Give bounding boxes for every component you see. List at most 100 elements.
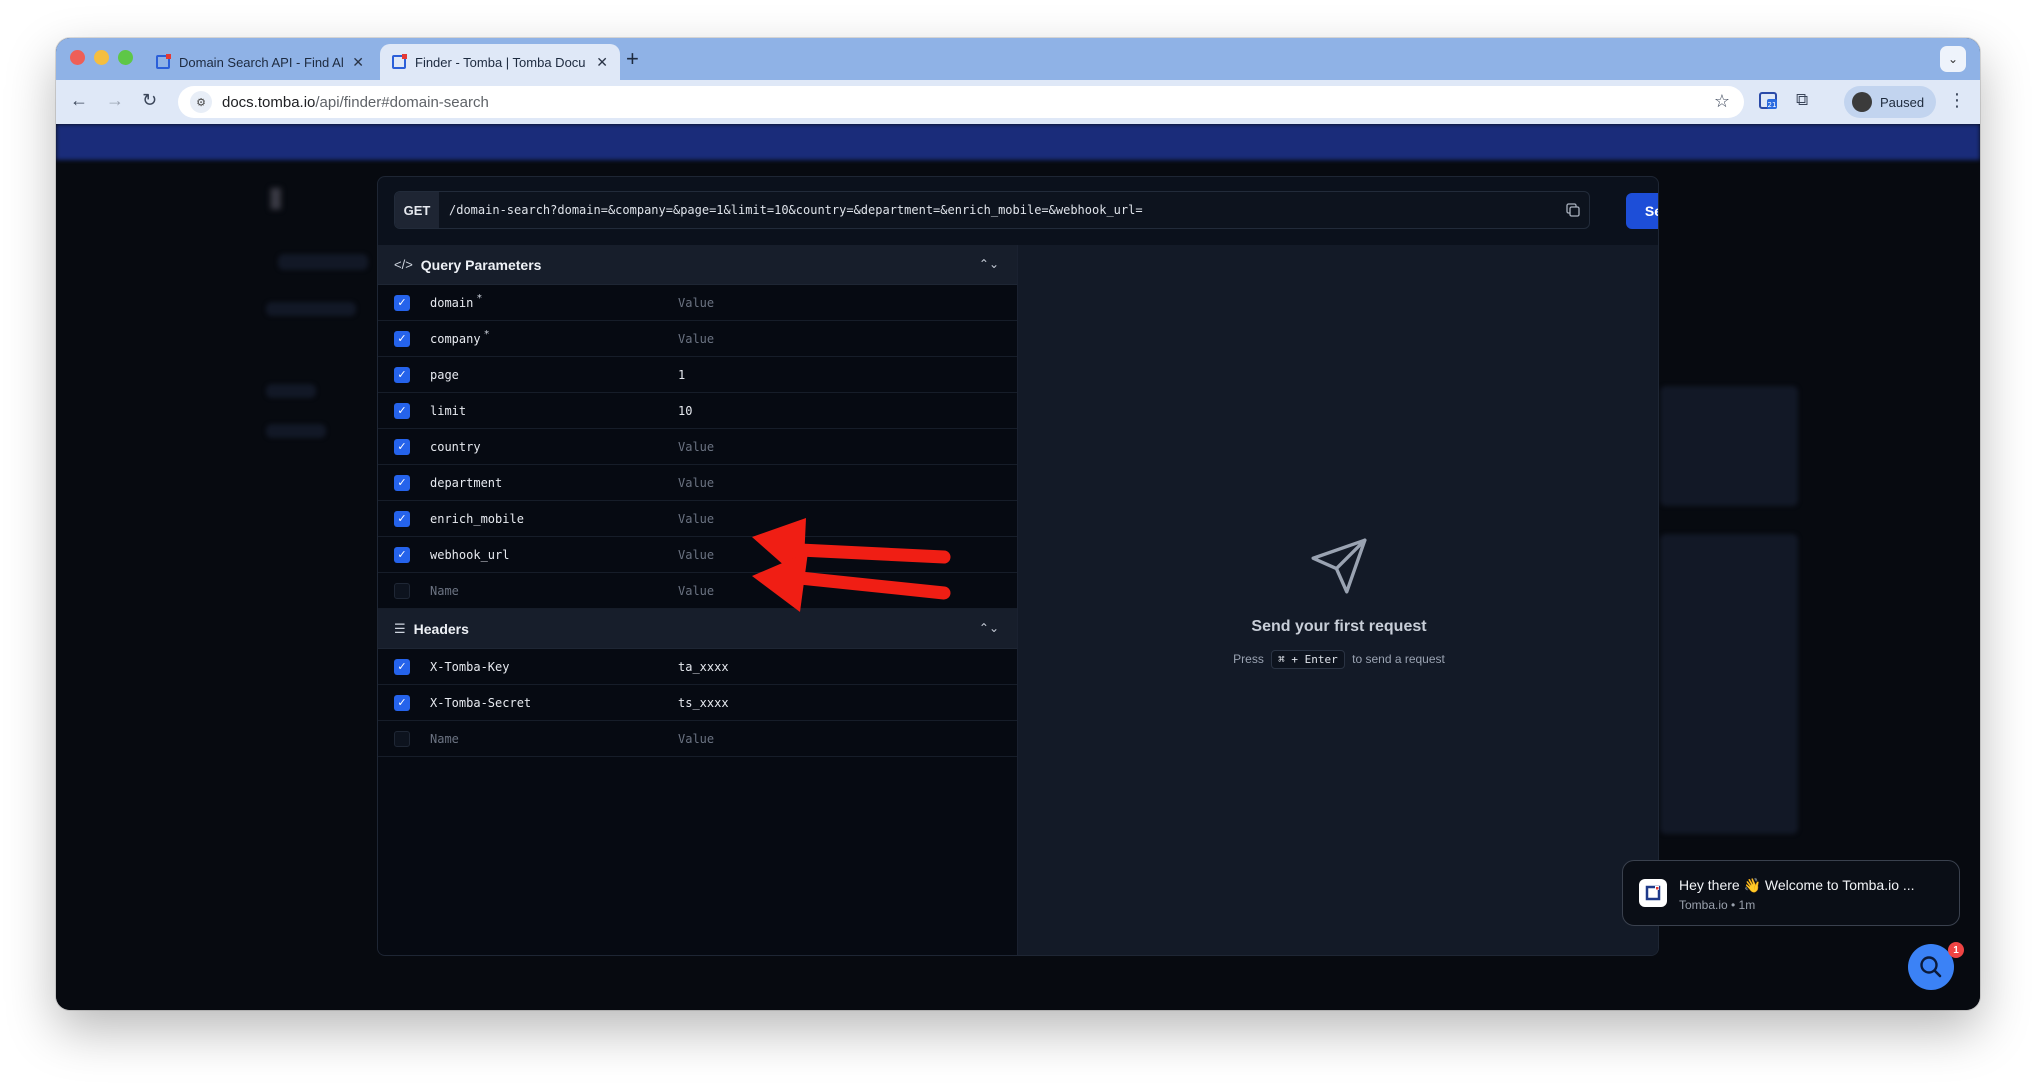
- calendar-extension-icon[interactable]: 21: [1758, 90, 1778, 115]
- paper-plane-icon: [1311, 538, 1367, 594]
- collapse-icon[interactable]: ⌃⌄: [979, 257, 999, 271]
- close-tab-icon[interactable]: ✕: [596, 54, 608, 71]
- avatar: [1852, 92, 1872, 112]
- query-param-row-domain: ✓ domain * Value: [378, 285, 1017, 321]
- checkbox-checked-icon[interactable]: ✓: [394, 402, 410, 419]
- checkbox-checked-icon[interactable]: ✓: [394, 438, 410, 455]
- request-path[interactable]: /domain-search?domain=&company=&page=1&l…: [439, 203, 1557, 217]
- reload-icon[interactable]: ↻: [142, 90, 157, 111]
- http-method[interactable]: GET: [395, 192, 439, 228]
- checkbox-unchecked[interactable]: [394, 582, 410, 599]
- param-value-input[interactable]: Value: [678, 296, 714, 310]
- param-value-input[interactable]: ta_xxxx: [678, 660, 729, 674]
- param-name[interactable]: enrich_mobile: [430, 512, 678, 526]
- checkbox-checked-icon[interactable]: ✓: [394, 546, 410, 563]
- list-icon: ☰: [394, 620, 406, 636]
- checkbox-checked-icon[interactable]: ✓: [394, 658, 410, 675]
- forward-arrow-icon[interactable]: →: [106, 90, 124, 111]
- url-path: /api/finder#domain-search: [315, 93, 489, 111]
- send-button[interactable]: Send: [1626, 193, 1658, 229]
- headers-section-header[interactable]: ☰ Headers ⌃⌄: [378, 609, 1017, 649]
- param-name[interactable]: Name: [430, 732, 678, 746]
- param-value-input[interactable]: Value: [678, 476, 714, 490]
- calendar-badge: 21: [1768, 101, 1777, 109]
- browser-tab-domain-search[interactable]: Domain Search API - Find All ✕: [144, 44, 376, 80]
- param-name[interactable]: Name: [430, 584, 678, 598]
- query-param-row-limit: ✓ limit 10: [378, 393, 1017, 429]
- param-value-input[interactable]: 10: [678, 404, 692, 418]
- query-param-row-company: ✓ company * Value: [378, 321, 1017, 357]
- param-name[interactable]: domain *: [430, 293, 678, 310]
- close-window-button[interactable]: [70, 50, 85, 65]
- site-settings-icon[interactable]: ⚙: [190, 91, 212, 113]
- checkbox-checked-icon[interactable]: ✓: [394, 474, 410, 491]
- api-playground-modal: GET /domain-search?domain=&company=&page…: [377, 176, 1659, 956]
- tab-title: Finder - Tomba | Tomba Docu: [415, 54, 586, 70]
- query-param-row-webhook-url: ✓ webhook_url Value: [378, 537, 1017, 573]
- tab-search-chevron-icon[interactable]: ⌄: [1940, 46, 1966, 72]
- back-arrow-icon[interactable]: ←: [70, 90, 88, 111]
- blurred-nav-item: [266, 384, 316, 398]
- header-row-x-tomba-key: ✓ X-Tomba-Key ta_xxxx: [378, 649, 1017, 685]
- checkbox-checked-icon[interactable]: ✓: [394, 330, 410, 347]
- copy-icon[interactable]: [1557, 203, 1589, 217]
- checkbox-checked-icon[interactable]: ✓: [394, 366, 410, 383]
- param-name[interactable]: company *: [430, 328, 678, 346]
- close-tab-icon[interactable]: ✕: [352, 54, 364, 71]
- query-parameters-list: ✓ domain * Value ✓ company * Value ✓ page 1 ✓ limit 1…: [378, 285, 1017, 609]
- new-tab-plus-icon[interactable]: +: [626, 46, 639, 72]
- chat-search-icon: [1920, 956, 1942, 978]
- blurred-nav-item: [266, 302, 356, 316]
- param-value-input[interactable]: Value: [678, 548, 714, 562]
- param-name[interactable]: X-Tomba-Key: [430, 660, 678, 674]
- address-bar[interactable]: ⚙ docs.tomba.io/api/finder#domain-search…: [178, 86, 1744, 118]
- browser-toolbar: ← → ↻ ⚙ docs.tomba.io/api/finder#domain-…: [56, 80, 1980, 124]
- extensions-puzzle-icon[interactable]: ⧉: [1796, 90, 1808, 110]
- tomba-favicon-icon: [156, 54, 171, 69]
- param-name[interactable]: country: [430, 440, 678, 454]
- param-name[interactable]: webhook_url: [430, 548, 678, 562]
- checkbox-unchecked[interactable]: [394, 730, 410, 747]
- code-brackets-icon: </>: [394, 257, 413, 272]
- param-value-input[interactable]: 1: [678, 368, 685, 382]
- tomba-favicon-icon: [392, 54, 407, 69]
- header-row-x-tomba-secret: ✓ X-Tomba-Secret ts_xxxx: [378, 685, 1017, 721]
- response-panel: Send your first request Press ⌘ + Enter …: [1018, 245, 1658, 955]
- announcement-banner: [56, 124, 1980, 160]
- param-name[interactable]: page: [430, 368, 678, 382]
- browser-menu-icon[interactable]: ⋮: [1948, 90, 1966, 111]
- tab-title: Domain Search API - Find All: [179, 54, 345, 70]
- param-value-input[interactable]: ts_xxxx: [678, 696, 729, 710]
- required-marker: *: [483, 328, 490, 340]
- param-value-input[interactable]: Value: [678, 512, 714, 526]
- response-empty-state: Send your first request Press ⌘ + Enter …: [1018, 535, 1658, 669]
- chat-meta: Tomba.io • 1m: [1679, 898, 1756, 912]
- checkbox-checked-icon[interactable]: ✓: [394, 294, 410, 311]
- blurred-nav-item: [266, 424, 326, 438]
- profile-button[interactable]: Paused: [1844, 86, 1936, 118]
- bookmark-star-icon[interactable]: ☆: [1714, 91, 1730, 112]
- blurred-panel: [1660, 386, 1798, 506]
- param-value-input[interactable]: Value: [678, 332, 714, 346]
- param-name[interactable]: department: [430, 476, 678, 490]
- browser-tab-finder[interactable]: Finder - Tomba | Tomba Docu ✕: [380, 44, 620, 80]
- chat-notification[interactable]: Hey there 👋 Welcome to Tomba.io ... Tomb…: [1622, 860, 1960, 926]
- param-name[interactable]: X-Tomba-Secret: [430, 696, 678, 710]
- checkbox-checked-icon[interactable]: ✓: [394, 694, 410, 711]
- maximize-window-button[interactable]: [118, 50, 133, 65]
- tomba-logo-icon: [1639, 879, 1667, 907]
- blurred-panel: [1660, 534, 1798, 834]
- collapse-icon[interactable]: ⌃⌄: [979, 621, 999, 635]
- minimize-window-button[interactable]: [94, 50, 109, 65]
- checkbox-checked-icon[interactable]: ✓: [394, 510, 410, 527]
- param-value-input[interactable]: Value: [678, 584, 714, 598]
- param-name[interactable]: limit: [430, 404, 678, 418]
- param-value-input[interactable]: Value: [678, 732, 714, 746]
- keyboard-shortcut: ⌘ + Enter: [1271, 650, 1345, 669]
- param-value-input[interactable]: Value: [678, 440, 714, 454]
- section-title: Headers: [413, 620, 469, 637]
- empty-state-hint: Press ⌘ + Enter to send a request: [1018, 650, 1658, 669]
- query-parameters-header[interactable]: </> Query Parameters ⌃⌄: [378, 245, 1017, 285]
- empty-state-title: Send your first request: [1251, 618, 1427, 635]
- hint-prefix: Press: [1233, 652, 1264, 666]
